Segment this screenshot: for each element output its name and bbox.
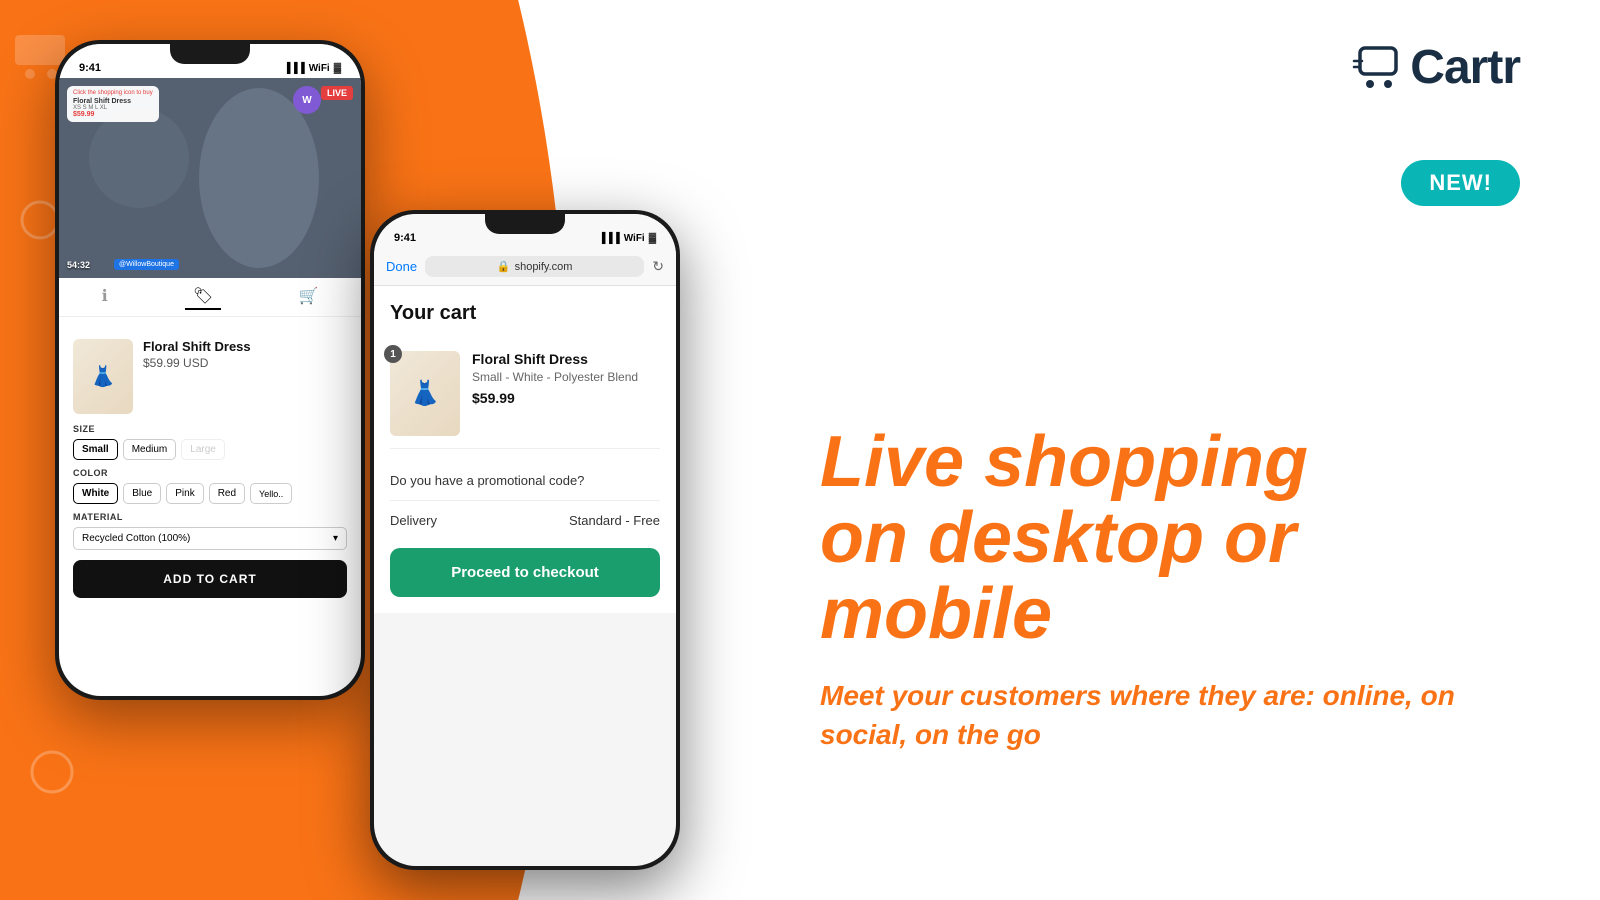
- product-name: Floral Shift Dress: [143, 339, 347, 354]
- color-blue[interactable]: Blue: [123, 483, 161, 504]
- streamer-avatar: W: [293, 86, 321, 114]
- phone-back-notch: [170, 44, 250, 64]
- product-card: 👗 Floral Shift Dress $59.99 USD SIZE Sma…: [59, 327, 361, 610]
- tab-cart[interactable]: 🛒: [290, 284, 326, 310]
- phone-back: 9:41 ▐▐▐ WiFi ▓ Click the shopping icon …: [55, 40, 365, 700]
- phones-container: 9:41 ▐▐▐ WiFi ▓ Click the shopping icon …: [0, 0, 760, 900]
- cart-title: Your cart: [390, 302, 660, 325]
- popup-product-name: Floral Shift Dress: [73, 98, 153, 105]
- phone-front-notch: [485, 214, 565, 234]
- status-time-back: 9:41: [79, 62, 101, 74]
- cart-item-variant: Small - White - Polyester Blend: [472, 370, 638, 384]
- browser-url-bar: 🔒 shopify.com: [425, 256, 644, 277]
- fb-handle: @WillowBoutique: [114, 259, 179, 270]
- cart-item-name: Floral Shift Dress: [472, 351, 638, 367]
- url-text: shopify.com: [515, 261, 573, 273]
- delivery-row: Delivery Standard - Free: [390, 513, 660, 528]
- browser-bar: Done 🔒 shopify.com ↻: [374, 248, 676, 286]
- cart-page: Your cart 1 👗 Floral Shift Dress Small -…: [374, 286, 676, 613]
- color-white[interactable]: White: [73, 483, 118, 504]
- material-value: Recycled Cotton (100%): [82, 533, 190, 544]
- cart-item-image: 1 👗: [390, 351, 460, 436]
- product-nav-tabs: ℹ 🏷 🛒: [59, 278, 361, 317]
- product-price: $59.99 USD: [143, 356, 347, 370]
- wifi-icon: WiFi: [309, 63, 330, 74]
- popup-price: $59.99: [73, 111, 153, 118]
- status-time-front: 9:41: [394, 232, 416, 244]
- right-section: Cartr NEW! Live shopping on desktop or m…: [700, 0, 1600, 900]
- size-options: Small Medium Large: [73, 439, 347, 460]
- wifi-icon-front: WiFi: [624, 233, 645, 244]
- product-info: Floral Shift Dress $59.99 USD: [143, 339, 347, 414]
- product-thumbnail: 👗: [73, 339, 133, 414]
- delivery-label: Delivery: [390, 513, 437, 528]
- cart-quantity-badge: 1: [384, 345, 402, 363]
- cart-item-price: $59.99: [472, 390, 638, 406]
- color-pink[interactable]: Pink: [166, 483, 203, 504]
- click-to-buy-text: Click the shopping icon to buy: [73, 90, 153, 96]
- live-video-area: Click the shopping icon to buy Floral Sh…: [59, 78, 361, 278]
- promo-code-row[interactable]: Do you have a promotional code?: [390, 461, 660, 501]
- logo-text: Cartr: [1410, 40, 1520, 95]
- size-label: SIZE: [73, 424, 347, 434]
- new-badge: NEW!: [1401, 160, 1520, 206]
- signal-icon: ▐▐▐: [283, 63, 304, 74]
- phone-front-screen: 9:41 ▐▐▐ WiFi ▓ Done 🔒 shopify.com ↻ You…: [374, 214, 676, 866]
- headline: Live shopping on desktop or mobile: [820, 425, 1520, 652]
- color-yellow[interactable]: Yello..: [250, 483, 292, 504]
- phone-back-screen: 9:41 ▐▐▐ WiFi ▓ Click the shopping icon …: [59, 44, 361, 696]
- cart-logo-icon: [1352, 42, 1404, 94]
- tab-tag[interactable]: 🏷: [185, 284, 221, 310]
- tab-info[interactable]: ℹ: [94, 284, 116, 310]
- add-to-cart-button[interactable]: ADD TO CART: [73, 560, 347, 598]
- checkout-button[interactable]: Proceed to checkout: [390, 548, 660, 597]
- product-popup: Click the shopping icon to buy Floral Sh…: [67, 86, 159, 122]
- status-icons-front: ▐▐▐ WiFi ▓: [598, 233, 656, 244]
- phone-front: 9:41 ▐▐▐ WiFi ▓ Done 🔒 shopify.com ↻ You…: [370, 210, 680, 870]
- product-row: 👗 Floral Shift Dress $59.99 USD: [73, 339, 347, 414]
- headline-line2: on desktop or: [820, 501, 1520, 577]
- size-large[interactable]: Large: [181, 439, 225, 460]
- logo: Cartr: [1352, 40, 1520, 95]
- battery-icon: ▓: [334, 63, 341, 74]
- signal-icon-front: ▐▐▐: [598, 233, 619, 244]
- color-options: White Blue Pink Red Yello..: [73, 483, 347, 504]
- headline-line1: Live shopping: [820, 425, 1520, 501]
- color-red[interactable]: Red: [209, 483, 245, 504]
- headline-line3: mobile: [820, 577, 1520, 653]
- live-badge: LIVE: [321, 86, 353, 100]
- size-medium[interactable]: Medium: [123, 439, 177, 460]
- delivery-value: Standard - Free: [569, 513, 660, 528]
- chevron-down-icon: ▾: [333, 533, 338, 544]
- color-label: COLOR: [73, 468, 347, 478]
- status-icons-back: ▐▐▐ WiFi ▓: [283, 63, 341, 74]
- refresh-icon[interactable]: ↻: [652, 258, 664, 275]
- headline-container: Live shopping on desktop or mobile Meet …: [820, 365, 1520, 754]
- battery-icon-front: ▓: [649, 233, 656, 244]
- size-small[interactable]: Small: [73, 439, 118, 460]
- material-dropdown[interactable]: Recycled Cotton (100%) ▾: [73, 527, 347, 550]
- lock-icon: 🔒: [497, 260, 511, 273]
- material-label: MATERIAL: [73, 512, 347, 522]
- subheadline: Meet your customers where they are: onli…: [820, 676, 1520, 754]
- cart-item-details: Floral Shift Dress Small - White - Polye…: [472, 351, 638, 436]
- cart-item-row: 1 👗 Floral Shift Dress Small - White - P…: [390, 339, 660, 449]
- stream-time: 54:32: [67, 260, 90, 270]
- browser-done-button[interactable]: Done: [386, 259, 417, 274]
